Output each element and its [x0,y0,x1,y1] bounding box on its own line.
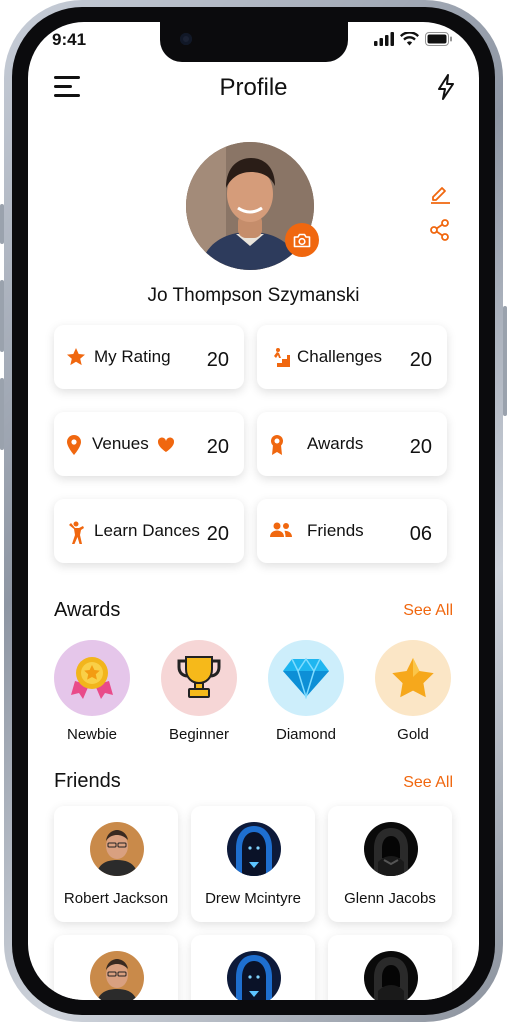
app-screen: 9:41 Profile Jo Thompson Szymanski My Ra… [28,22,479,1000]
avatar [227,822,281,876]
award-badge [375,640,451,716]
award-badge [54,640,130,716]
friends-section-title: Friends [54,770,121,792]
stat-value: 06 [409,523,432,545]
trophy-icon [177,656,221,698]
stat-card-my-rating[interactable]: My Rating 20 [54,325,244,389]
status-icons [374,32,453,46]
award-label: Gold [397,726,429,743]
side-button [0,204,4,244]
lightning-icon[interactable] [437,74,455,100]
avatar [90,951,144,1000]
friend-card[interactable] [54,935,178,1000]
stat-value: 20 [409,436,432,458]
side-button [0,280,4,352]
edit-icon[interactable] [429,182,451,204]
star-icon [67,348,85,366]
friend-card[interactable] [328,935,452,1000]
avatar [364,951,418,1000]
battery-icon [425,32,452,46]
stat-label: Challenges [297,347,383,366]
stat-card-friends[interactable]: Friends 06 [257,499,447,563]
friend-name: Robert Jackson [63,890,169,907]
award-beginner[interactable]: Beginner [161,640,237,743]
friend-card-glenn-jacobs[interactable]: Glenn Jacobs [328,806,452,922]
stat-label: Friends [307,521,364,540]
side-button [0,378,4,450]
stat-card-challenges[interactable]: Challenges 20 [257,325,447,389]
stat-value: 20 [206,349,229,371]
status-time: 9:41 [52,30,87,49]
dancer-icon [69,521,84,544]
avatar [90,822,144,876]
friend-name: Drew Mcintyre [205,890,301,907]
share-icon[interactable] [429,219,451,241]
award-label: Newbie [66,726,118,743]
medal-icon [71,657,113,699]
award-label: Beginner [168,726,230,743]
change-photo-button[interactable] [285,223,319,257]
gold-star-icon [392,658,434,698]
friends-see-all-link[interactable]: See All [403,774,453,792]
location-pin-icon [67,435,81,455]
profile-name: Jo Thompson Szymanski [147,285,360,306]
stat-label: My Rating [94,347,171,366]
signal-icon [374,32,394,46]
heart-icon [157,437,175,452]
awards-section-title: Awards [54,599,121,621]
award-newbie[interactable]: Newbie [54,640,130,743]
awards-see-all-link[interactable]: See All [403,602,453,620]
friend-name: Glenn Jacobs [344,890,436,907]
award-gold[interactable]: Gold [375,640,451,743]
stairs-climber-icon [271,348,290,367]
notch [160,22,348,62]
award-ribbon-icon [271,435,283,455]
avatar [227,951,281,1000]
stat-card-learn-dances[interactable]: Learn Dances 20 [54,499,244,563]
stat-value: 20 [409,349,432,371]
award-badge [161,640,237,716]
stat-value: 20 [206,523,229,545]
award-badge [268,640,344,716]
people-icon [270,522,292,537]
header: Profile [28,70,479,110]
stat-card-venues[interactable]: Venues 20 [54,412,244,476]
camera-icon [293,233,311,247]
wifi-icon [400,32,419,46]
award-diamond[interactable]: Diamond [268,640,344,743]
avatar [364,822,418,876]
stat-label: Venues [92,434,149,453]
page-title: Profile [219,74,288,101]
stat-label: Awards [307,434,364,453]
side-button [503,306,507,416]
friend-card-robert-jackson[interactable]: Robert Jackson [54,806,178,922]
friend-card[interactable] [191,935,315,1000]
award-label: Diamond [275,726,337,743]
friend-card-drew-mcintyre[interactable]: Drew Mcintyre [191,806,315,922]
diamond-icon [283,657,329,699]
camera-icon [180,33,192,45]
stat-card-awards[interactable]: Awards 20 [257,412,447,476]
stat-value: 20 [206,436,229,458]
stat-label: Learn Dances [94,521,200,540]
